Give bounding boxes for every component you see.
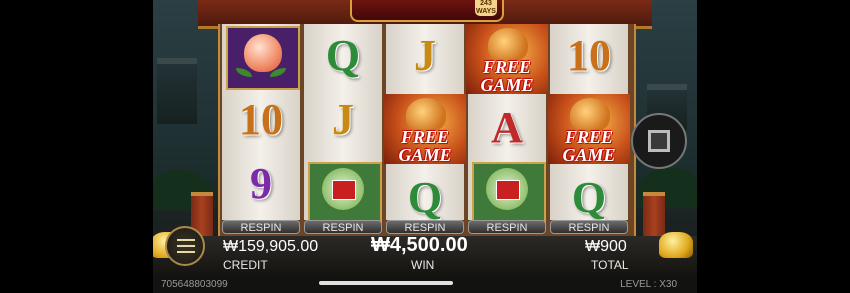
pillar-right xyxy=(643,192,665,238)
red-seal-icon xyxy=(496,180,520,200)
reel-4: FREE GAME A RESPIN xyxy=(466,24,548,234)
total-value: ₩900 xyxy=(585,238,627,255)
symbol-ten: 10 xyxy=(222,88,300,152)
free-game-line1: FREE xyxy=(482,57,532,77)
menu-button[interactable] xyxy=(165,226,205,266)
respin-button-3[interactable]: RESPIN xyxy=(386,220,464,234)
symbol-bok-choy xyxy=(304,160,382,224)
total-label: TOTAL xyxy=(591,258,629,272)
symbol-ten-label: 10 xyxy=(567,31,611,80)
peach-icon xyxy=(244,34,282,72)
symbol-j-label: J xyxy=(332,95,354,144)
respin-button-2[interactable]: RESPIN xyxy=(304,220,382,234)
hamburger-menu-icon xyxy=(177,239,195,253)
symbol-free-game: FREE GAME xyxy=(548,94,630,164)
reel-2: Q J RESPIN xyxy=(304,24,382,234)
free-game-line1: FREE xyxy=(400,127,450,147)
symbol-q-label: Q xyxy=(407,173,443,222)
symbol-nine: 9 xyxy=(222,152,300,216)
symbol-q: Q xyxy=(304,24,382,88)
reel-1: 10 9 RESPIN xyxy=(222,24,300,234)
logo-ways-badge: 243 WAYS xyxy=(475,0,497,16)
stop-square-icon xyxy=(648,130,670,152)
respin-button-4[interactable]: RESPIN xyxy=(468,220,546,234)
level-indicator: LEVEL : X30 xyxy=(620,279,677,290)
reel-5: 10 FREE GAME Q RESPIN xyxy=(548,24,630,234)
symbol-free-game: FREE GAME xyxy=(384,94,466,164)
reel-3: J FREE GAME Q RESPIN xyxy=(384,24,466,234)
auto-spin-button[interactable] xyxy=(631,113,687,169)
credit-label: CREDIT xyxy=(223,258,268,272)
free-game-line2: GAME xyxy=(398,145,452,165)
session-id: 705648803099 xyxy=(161,279,228,290)
reel-frame: 10 9 RESPIN Q J RESPIN J FREE GAME Q RES… xyxy=(218,24,636,238)
home-indicator[interactable] xyxy=(319,281,453,285)
symbol-ten-label: 10 xyxy=(239,95,283,144)
symbol-j: J xyxy=(386,24,464,88)
respin-button-1[interactable]: RESPIN xyxy=(222,220,300,234)
symbol-ten: 10 xyxy=(550,24,628,88)
symbol-nine-label: 9 xyxy=(250,159,272,208)
symbol-q-label: Q xyxy=(325,31,361,80)
win-label: WIN xyxy=(411,258,435,272)
credit-value: ₩159,905.00 xyxy=(223,238,319,255)
slot-game: 243 WAYS 10 9 RESPIN Q J RESPIN J FREE G… xyxy=(153,0,697,293)
screen: 243 WAYS 10 9 RESPIN Q J RESPIN J FREE G… xyxy=(0,0,850,293)
hud-bar: ₩159,905.00 CREDIT ₩4,500.00 WIN ₩900 TO… xyxy=(153,234,697,276)
background-pagoda-left xyxy=(157,58,197,124)
symbol-a: A xyxy=(468,96,546,160)
win-value: ₩4,500.00 xyxy=(371,234,468,256)
free-game-line1: FREE xyxy=(564,127,614,147)
symbol-peach xyxy=(222,24,300,90)
free-game-line2: GAME xyxy=(562,145,616,165)
respin-button-5[interactable]: RESPIN xyxy=(550,220,628,234)
symbol-a-label: A xyxy=(491,103,523,152)
symbol-j-label: J xyxy=(414,31,436,80)
symbol-q-label: Q xyxy=(571,173,607,222)
symbol-bok-choy xyxy=(468,160,546,224)
symbol-free-game: FREE GAME xyxy=(466,24,548,94)
free-game-line2: GAME xyxy=(480,75,534,95)
symbol-j: J xyxy=(304,88,382,152)
gold-ingot-icon xyxy=(659,232,693,258)
red-seal-icon xyxy=(332,180,356,200)
